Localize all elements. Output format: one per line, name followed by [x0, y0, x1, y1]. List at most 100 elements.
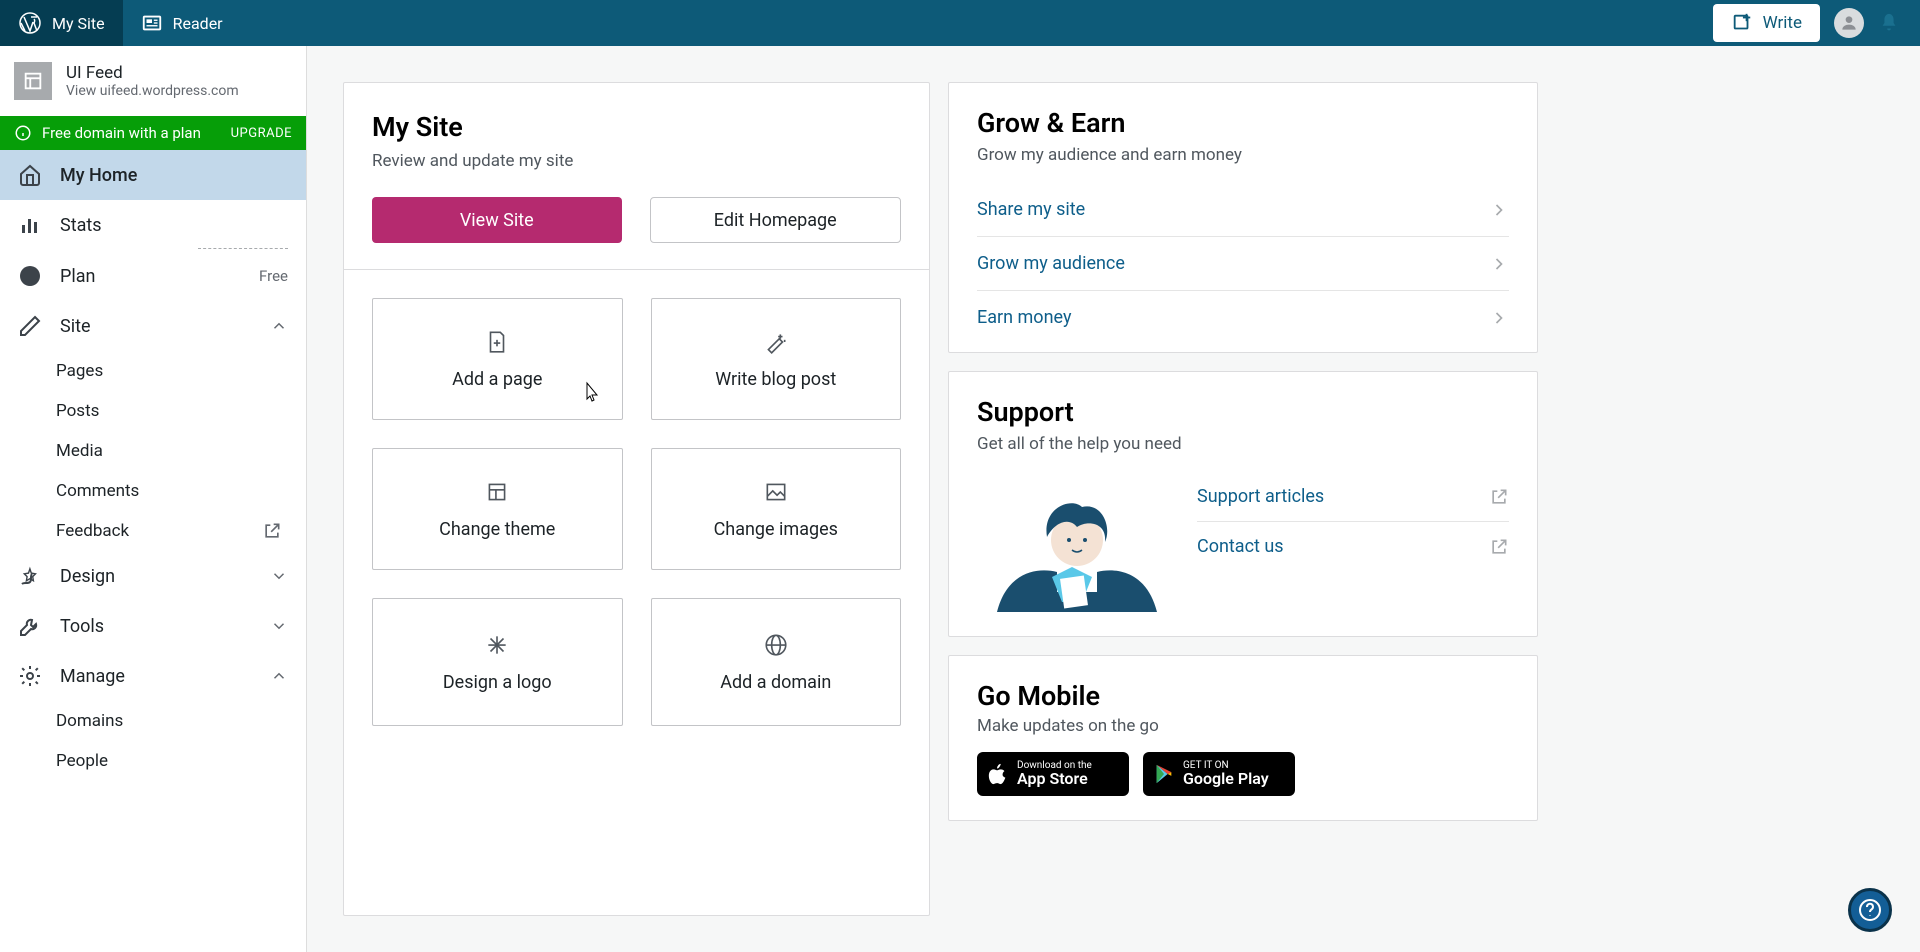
grow-title: Grow & Earn: [977, 107, 1509, 139]
upgrade-banner[interactable]: Free domain with a plan UPGRADE: [0, 116, 306, 150]
tile-change-images[interactable]: Change images: [651, 448, 902, 570]
nav-design-label: Design: [60, 566, 115, 587]
tile-add-domain-label: Add a domain: [720, 672, 831, 693]
edit-homepage-button[interactable]: Edit Homepage: [650, 197, 902, 243]
nav-people-label: People: [56, 751, 108, 771]
nav-posts[interactable]: Posts: [0, 391, 306, 431]
googleplay-icon: [1153, 762, 1175, 786]
nav-pages-label: Pages: [56, 361, 103, 381]
chevron-right-icon: [1489, 200, 1509, 220]
logo-icon: [484, 632, 510, 658]
link-earn-label: Earn money: [977, 307, 1071, 328]
tile-change-images-label: Change images: [714, 519, 838, 540]
tile-design-logo-label: Design a logo: [443, 672, 552, 693]
wand-icon: [763, 329, 789, 355]
masterbar-reader[interactable]: Reader: [123, 0, 241, 46]
nav-my-home-label: My Home: [60, 165, 137, 186]
notifications-icon[interactable]: [1878, 12, 1900, 34]
chevron-down-icon: [270, 617, 288, 635]
site-url: View uifeed.wordpress.com: [66, 83, 239, 99]
apple-icon: [987, 761, 1009, 787]
reader-icon: [141, 12, 163, 34]
image-icon: [763, 479, 789, 505]
write-label: Write: [1763, 13, 1802, 33]
nav-domains-label: Domains: [56, 711, 123, 731]
external-icon: [1489, 537, 1509, 557]
link-grow-label: Grow my audience: [977, 253, 1125, 274]
nav-plan[interactable]: Plan Free: [0, 251, 306, 301]
site-thumbnail: [14, 62, 52, 100]
view-site-button[interactable]: View Site: [372, 197, 622, 243]
gear-icon: [18, 664, 42, 688]
avatar-icon: [1839, 13, 1859, 33]
write-button[interactable]: Write: [1713, 4, 1820, 42]
upgrade-cta: UPGRADE: [231, 126, 292, 141]
grow-subtitle: Grow my audience and earn money: [977, 145, 1509, 165]
nav-my-home[interactable]: My Home: [0, 150, 306, 200]
tile-write-post[interactable]: Write blog post: [651, 298, 902, 420]
chevron-right-icon: [1489, 254, 1509, 274]
tile-write-post-label: Write blog post: [715, 369, 836, 390]
plan-badge: Free: [259, 267, 288, 285]
mobile-card: Go Mobile Make updates on the go Downloa…: [948, 655, 1538, 821]
site-header[interactable]: UI Feed View uifeed.wordpress.com: [0, 46, 306, 116]
nav-domains[interactable]: Domains: [0, 701, 306, 741]
play-big: Google Play: [1183, 771, 1269, 787]
home-icon: [18, 163, 42, 187]
tile-add-page[interactable]: Add a page: [372, 298, 623, 420]
mobile-title: Go Mobile: [977, 680, 1509, 712]
nav-comments[interactable]: Comments: [0, 471, 306, 511]
nav-posts-label: Posts: [56, 401, 99, 421]
nav-media[interactable]: Media: [0, 431, 306, 471]
nav-people[interactable]: People: [0, 741, 306, 781]
masterbar-my-site-label: My Site: [52, 14, 105, 33]
chevron-right-icon: [1489, 308, 1509, 328]
tile-add-domain[interactable]: Add a domain: [651, 598, 902, 726]
theme-icon: [484, 479, 510, 505]
nav-stats[interactable]: Stats: [0, 200, 306, 250]
shell: UI Feed View uifeed.wordpress.com Free d…: [0, 46, 1920, 952]
external-icon: [262, 521, 282, 541]
nav-tools[interactable]: Tools: [0, 601, 306, 651]
link-support-articles[interactable]: Support articles: [1197, 472, 1509, 522]
tile-design-logo[interactable]: Design a logo: [372, 598, 623, 726]
write-icon: [1731, 12, 1753, 34]
support-title: Support: [977, 396, 1509, 428]
masterbar: My Site Reader Write: [0, 0, 1920, 46]
contact-us-label: Contact us: [1197, 536, 1284, 557]
globe-icon: [763, 632, 789, 658]
edit-homepage-label: Edit Homepage: [714, 210, 837, 231]
link-contact-us[interactable]: Contact us: [1197, 522, 1509, 571]
nav-stats-label: Stats: [60, 215, 102, 236]
tile-change-theme-label: Change theme: [439, 519, 555, 540]
nav-plan-label: Plan: [60, 266, 95, 287]
design-icon: [18, 564, 42, 588]
sidebar: UI Feed View uifeed.wordpress.com Free d…: [0, 46, 307, 952]
masterbar-reader-label: Reader: [173, 14, 223, 33]
nav-manage[interactable]: Manage: [0, 651, 306, 701]
link-earn-money[interactable]: Earn money: [977, 291, 1509, 344]
link-share-site[interactable]: Share my site: [977, 183, 1509, 237]
help-fab[interactable]: [1848, 888, 1892, 932]
nav-pages[interactable]: Pages: [0, 351, 306, 391]
masterbar-my-site[interactable]: My Site: [0, 0, 123, 46]
tile-change-theme[interactable]: Change theme: [372, 448, 623, 570]
googleplay-button[interactable]: GET IT ON Google Play: [1143, 752, 1295, 796]
edit-icon: [18, 314, 42, 338]
user-avatar[interactable]: [1834, 8, 1864, 38]
site-name: UI Feed: [66, 63, 239, 83]
support-articles-label: Support articles: [1197, 486, 1324, 507]
support-card: Support Get all of the help you need: [948, 371, 1538, 637]
right-column: Grow & Earn Grow my audience and earn mo…: [948, 82, 1538, 916]
nav-site-label: Site: [60, 316, 91, 337]
site-thumb-icon: [22, 70, 44, 92]
link-grow-audience[interactable]: Grow my audience: [977, 237, 1509, 291]
page-plus-icon: [484, 329, 510, 355]
upgrade-text: Free domain with a plan: [42, 124, 201, 142]
mysite-title: My Site: [372, 111, 901, 143]
appstore-button[interactable]: Download on the App Store: [977, 752, 1129, 796]
help-icon: [1858, 898, 1882, 922]
nav-site[interactable]: Site: [0, 301, 306, 351]
nav-feedback[interactable]: Feedback: [0, 511, 306, 551]
nav-design[interactable]: Design: [0, 551, 306, 601]
